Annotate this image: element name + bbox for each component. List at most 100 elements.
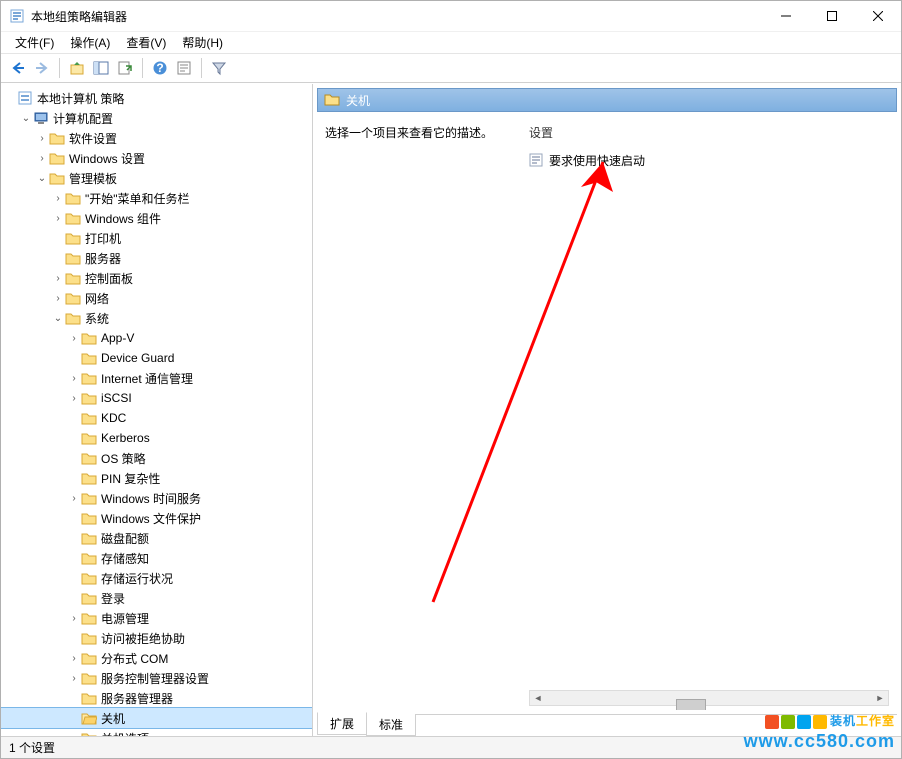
tree-power-mgmt[interactable]: ›电源管理: [1, 608, 312, 628]
folder-icon: [81, 670, 97, 686]
folder-icon: [81, 410, 97, 426]
minimize-button[interactable]: [763, 1, 809, 31]
tree-control-panel[interactable]: ›控制面板: [1, 268, 312, 288]
tree-label: 服务器: [85, 250, 121, 267]
folder-icon: [81, 430, 97, 446]
computer-icon: [33, 110, 49, 126]
tree-label: 登录: [101, 590, 125, 607]
tree-label: Windows 组件: [85, 210, 161, 227]
detail-tabs: 扩展 标准: [317, 714, 897, 736]
tree-label: Internet 通信管理: [101, 370, 193, 387]
back-button[interactable]: [7, 57, 29, 79]
policy-icon: [17, 90, 33, 106]
setting-icon: [529, 153, 543, 167]
tree-deny-assist[interactable]: ›访问被拒绝协助: [1, 628, 312, 648]
folder-icon: [324, 93, 340, 107]
tree-label: 访问被拒绝协助: [101, 630, 185, 647]
tab-standard[interactable]: 标准: [366, 714, 416, 736]
tree-label: Windows 设置: [69, 150, 145, 167]
tree-os-policy[interactable]: ›OS 策略: [1, 448, 312, 468]
setting-item-fast-startup[interactable]: 要求使用快速启动: [529, 151, 889, 169]
tree-device-guard[interactable]: ›Device Guard: [1, 348, 312, 368]
tree-shutdown-options[interactable]: ›关机选项: [1, 728, 312, 736]
tree-storage-sense[interactable]: ›存储感知: [1, 548, 312, 568]
titlebar: 本地组策略编辑器: [1, 1, 901, 31]
tree-windows-settings[interactable]: ›Windows 设置: [1, 148, 312, 168]
tree-iscsi[interactable]: ›iSCSI: [1, 388, 312, 408]
tree-admin-templates[interactable]: ⌄管理模板: [1, 168, 312, 188]
filter-button[interactable]: [208, 57, 230, 79]
tree-printers[interactable]: ›打印机: [1, 228, 312, 248]
folder-icon: [49, 170, 65, 186]
help-button[interactable]: ?: [149, 57, 171, 79]
scroll-left-icon[interactable]: ◄: [530, 693, 546, 703]
horizontal-scrollbar[interactable]: ◄ ►: [529, 690, 889, 706]
tree-label: 服务器管理器: [101, 690, 173, 707]
tree-label: iSCSI: [101, 391, 132, 405]
tree-dcom[interactable]: ›分布式 COM: [1, 648, 312, 668]
forward-button[interactable]: [31, 57, 53, 79]
tree-disk-quota[interactable]: ›磁盘配额: [1, 528, 312, 548]
tree-label: 存储运行状况: [101, 570, 173, 587]
folder-icon: [81, 350, 97, 366]
folder-icon: [49, 130, 65, 146]
scroll-thumb[interactable]: [676, 699, 706, 710]
export-button[interactable]: [114, 57, 136, 79]
menu-view[interactable]: 查看(V): [118, 32, 174, 53]
tree-server-mgr[interactable]: ›服务器管理器: [1, 688, 312, 708]
settings-column: 设置 要求使用快速启动 ◄ ►: [521, 120, 897, 710]
policy-tree[interactable]: ▸本地计算机 策略 ⌄计算机配置 ›软件设置 ›Windows 设置 ⌄管理模板…: [1, 88, 312, 736]
tree-root[interactable]: ▸本地计算机 策略: [1, 88, 312, 108]
folder-icon: [81, 470, 97, 486]
folder-icon: [81, 390, 97, 406]
tree-logon[interactable]: ›登录: [1, 588, 312, 608]
tree-internet-comm[interactable]: ›Internet 通信管理: [1, 368, 312, 388]
description-column: 选择一个项目来查看它的描述。: [317, 120, 521, 710]
tab-extended[interactable]: 扩展: [317, 712, 367, 735]
folder-icon: [81, 570, 97, 586]
folder-icon: [81, 650, 97, 666]
tree-windows-file-protect[interactable]: ›Windows 文件保护: [1, 508, 312, 528]
folder-icon: [81, 630, 97, 646]
tree-computer-config[interactable]: ⌄计算机配置: [1, 108, 312, 128]
content-area: ▸本地计算机 策略 ⌄计算机配置 ›软件设置 ›Windows 设置 ⌄管理模板…: [1, 83, 901, 736]
tree-pane[interactable]: ▸本地计算机 策略 ⌄计算机配置 ›软件设置 ›Windows 设置 ⌄管理模板…: [1, 84, 313, 736]
tree-storage-health[interactable]: ›存储运行状况: [1, 568, 312, 588]
up-button[interactable]: [66, 57, 88, 79]
scroll-right-icon[interactable]: ►: [872, 693, 888, 703]
tree-label: KDC: [101, 411, 126, 425]
properties-button[interactable]: [173, 57, 195, 79]
tree-shutdown[interactable]: ›关机: [1, 708, 312, 728]
tree-label: 打印机: [85, 230, 121, 247]
menu-action[interactable]: 操作(A): [62, 32, 118, 53]
toolbar: ?: [1, 53, 901, 83]
close-button[interactable]: [855, 1, 901, 31]
statusbar: 1 个设置: [1, 736, 901, 758]
tree-kerberos[interactable]: ›Kerberos: [1, 428, 312, 448]
tree-label: 本地计算机 策略: [37, 90, 124, 107]
tree-pin-complexity[interactable]: ›PIN 复杂性: [1, 468, 312, 488]
tree-kdc[interactable]: ›KDC: [1, 408, 312, 428]
tree-start-taskbar[interactable]: ›"开始"菜单和任务栏: [1, 188, 312, 208]
tree-appv[interactable]: ›App-V: [1, 328, 312, 348]
tree-label: Device Guard: [101, 351, 174, 365]
maximize-button[interactable]: [809, 1, 855, 31]
tree-system[interactable]: ⌄系统: [1, 308, 312, 328]
tree-software-settings[interactable]: ›软件设置: [1, 128, 312, 148]
tree-network[interactable]: ›网络: [1, 288, 312, 308]
show-hide-tree-button[interactable]: [90, 57, 112, 79]
folder-icon: [81, 450, 97, 466]
folder-icon: [65, 310, 81, 326]
folder-icon: [49, 150, 65, 166]
tree-windows-time[interactable]: ›Windows 时间服务: [1, 488, 312, 508]
tree-server[interactable]: ›服务器: [1, 248, 312, 268]
detail-header: 关机: [317, 88, 897, 112]
menu-help[interactable]: 帮助(H): [174, 32, 231, 53]
svg-text:?: ?: [156, 61, 163, 75]
tree-windows-components[interactable]: ›Windows 组件: [1, 208, 312, 228]
tree-scm-settings[interactable]: ›服务控制管理器设置: [1, 668, 312, 688]
menu-file[interactable]: 文件(F): [7, 32, 62, 53]
folder-icon: [65, 290, 81, 306]
toolbar-separator: [142, 58, 143, 78]
tree-label: 服务控制管理器设置: [101, 670, 209, 687]
